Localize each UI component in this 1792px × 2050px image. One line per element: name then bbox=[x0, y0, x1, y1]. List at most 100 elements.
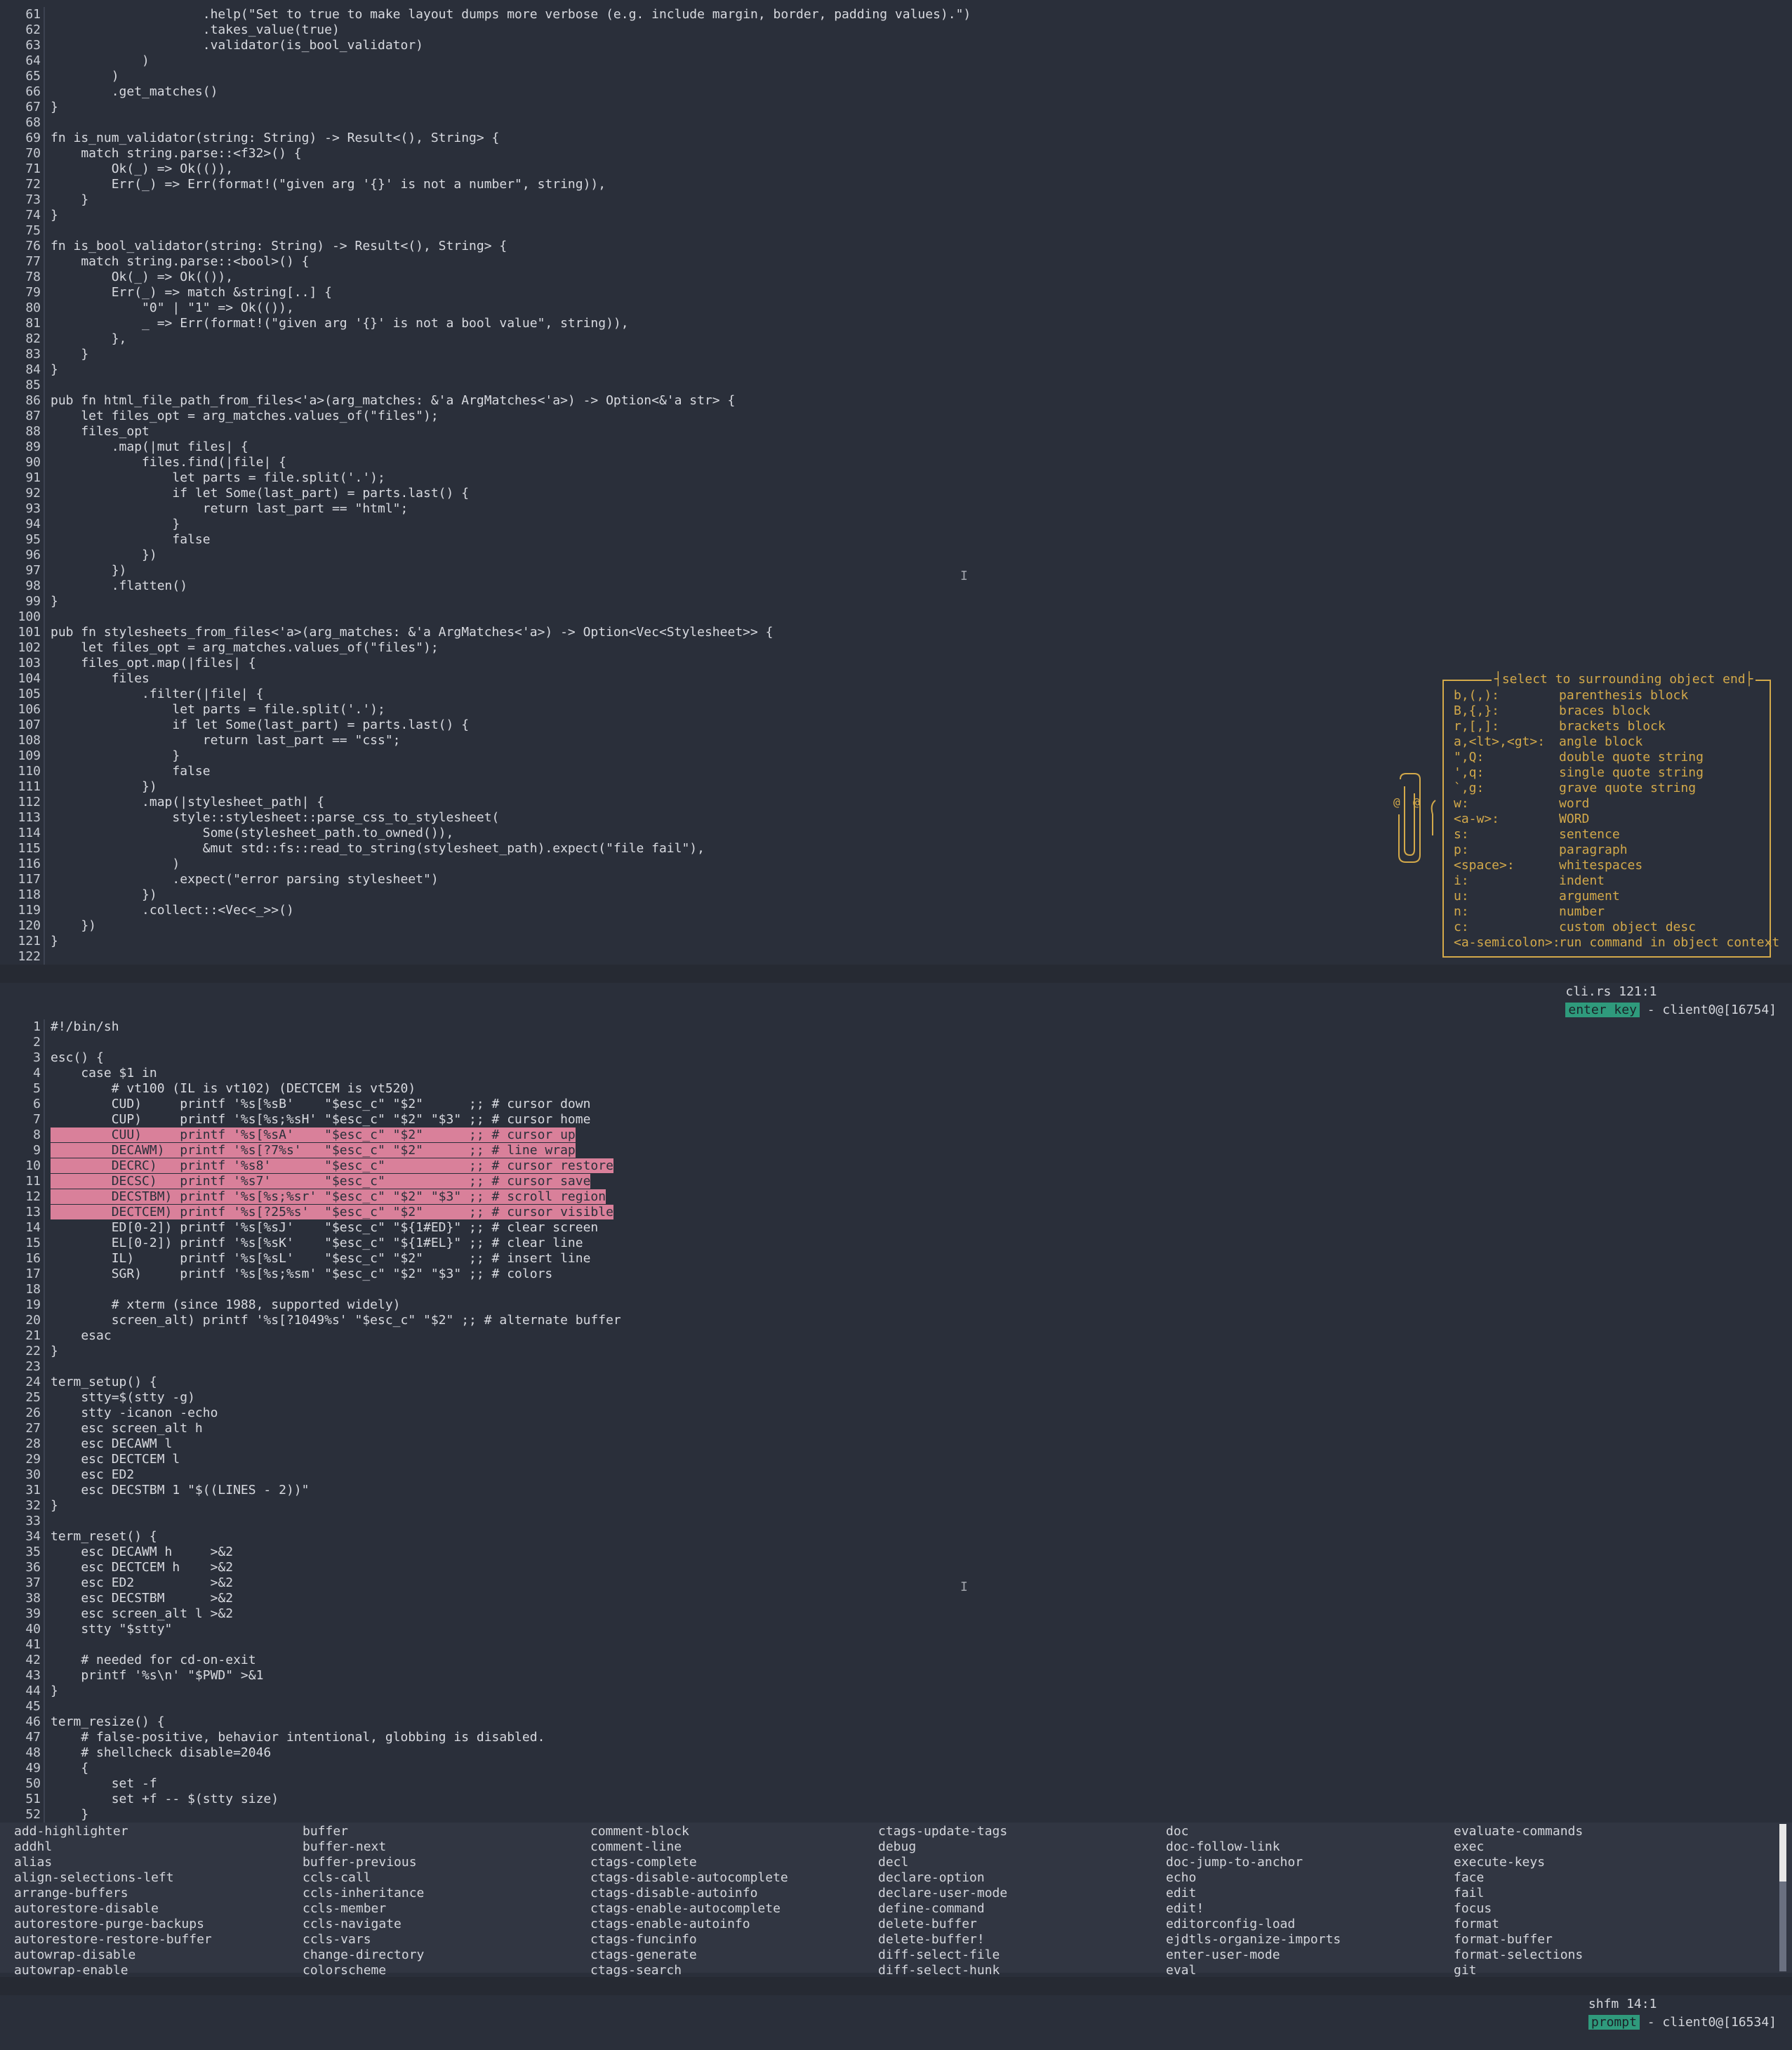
code-text[interactable]: } bbox=[51, 347, 88, 362]
code-line[interactable]: 67} bbox=[0, 100, 1792, 115]
code-line[interactable]: 36 esc DECTCEM h >&2 bbox=[0, 1560, 1792, 1575]
menu-item[interactable]: execute-keys bbox=[1454, 1855, 1583, 1870]
menu-item[interactable]: addhl bbox=[14, 1839, 212, 1855]
code-text[interactable]: stty=$(stty -g) bbox=[51, 1390, 195, 1405]
menu-item[interactable]: face bbox=[1454, 1870, 1583, 1886]
code-line[interactable]: 20 screen_alt) printf '%s[?1049%s' "$esc… bbox=[0, 1313, 1792, 1328]
code-text[interactable]: # needed for cd-on-exit bbox=[51, 1653, 255, 1667]
menu-item[interactable]: ctags-funcinfo bbox=[590, 1932, 788, 1948]
code-line[interactable]: 98 .flatten() bbox=[0, 578, 1792, 594]
menu-item[interactable]: colorscheme bbox=[303, 1963, 424, 1978]
code-line[interactable]: 63 .validator(is_bool_validator) bbox=[0, 38, 1792, 53]
code-text[interactable]: printf '%s\n' "$PWD" >&1 bbox=[51, 1668, 263, 1683]
code-line[interactable]: 22} bbox=[0, 1344, 1792, 1359]
menu-item[interactable]: define-command bbox=[878, 1901, 1007, 1917]
menu-item[interactable]: delete-buffer bbox=[878, 1917, 1007, 1932]
code-text[interactable]: esc() { bbox=[51, 1050, 104, 1065]
code-text[interactable]: .help("Set to true to make layout dumps … bbox=[51, 7, 971, 22]
code-text[interactable]: let parts = file.split('.'); bbox=[51, 470, 385, 485]
menu-item[interactable]: fail bbox=[1454, 1886, 1583, 1901]
menu-item[interactable]: autorestore-purge-backups bbox=[14, 1917, 212, 1932]
code-line[interactable]: 93 return last_part == "html"; bbox=[0, 501, 1792, 517]
code-text[interactable]: fn is_num_validator(string: String) -> R… bbox=[51, 131, 499, 145]
code-text[interactable]: false bbox=[51, 764, 210, 779]
code-line[interactable]: 75 bbox=[0, 223, 1792, 239]
code-line[interactable]: 69 fn is_num_validator(string: String) ->… bbox=[0, 131, 1792, 146]
code-text[interactable]: #!/bin/sh bbox=[51, 1019, 119, 1034]
menu-item[interactable]: doc-jump-to-anchor bbox=[1166, 1855, 1341, 1870]
code-line[interactable]: 50 set -f bbox=[0, 1776, 1792, 1792]
code-line[interactable]: 44} bbox=[0, 1684, 1792, 1699]
code-text[interactable]: esc screen_alt l >&2 bbox=[51, 1606, 233, 1621]
code-text[interactable]: _ => Err(format!("given arg '{}' is not … bbox=[51, 316, 629, 331]
code-text[interactable]: } bbox=[51, 100, 58, 114]
code-text[interactable]: .map(|mut files| { bbox=[51, 439, 248, 454]
code-line[interactable]: 83 } bbox=[0, 347, 1792, 362]
code-text[interactable]: let files_opt = arg_matches.values_of("f… bbox=[51, 640, 438, 655]
code-line[interactable]: 64 ) bbox=[0, 53, 1792, 69]
code-line[interactable]: 27 esc screen_alt h bbox=[0, 1421, 1792, 1436]
menu-item[interactable]: declare-option bbox=[878, 1870, 1007, 1886]
code-text[interactable]: # xterm (since 1988, supported widely) bbox=[51, 1297, 401, 1312]
code-text[interactable]: esc DECSTBM 1 "$((LINES - 2))" bbox=[51, 1483, 309, 1497]
menu-item[interactable]: ctags-enable-autocomplete bbox=[590, 1901, 788, 1917]
code-text[interactable]: ED[0-2]) printf '%s[%sJ' "$esc_c" "${1#E… bbox=[51, 1220, 599, 1235]
code-line[interactable]: 39 esc screen_alt l >&2 bbox=[0, 1606, 1792, 1622]
menu-item[interactable]: ccls-member bbox=[303, 1901, 424, 1917]
code-text[interactable]: } bbox=[51, 748, 180, 763]
code-line[interactable]: 35 esc DECAWM h >&2 bbox=[0, 1545, 1792, 1560]
code-line[interactable]: 25 stty=$(stty -g) bbox=[0, 1390, 1792, 1406]
code-text[interactable]: DECTCEM) printf '%s[?25%s' "$esc_c" "$2"… bbox=[51, 1205, 613, 1219]
code-line[interactable]: 85 bbox=[0, 378, 1792, 393]
code-line[interactable]: 90 files.find(|file| { bbox=[0, 455, 1792, 470]
command-completion-menu[interactable]: add-highlighter addhl alias align-selection… bbox=[0, 1823, 1792, 1978]
code-line[interactable]: 11 DECSC) printf '%s7' "$esc_c" ;; # cur… bbox=[0, 1174, 1792, 1189]
code-line[interactable]: 84} bbox=[0, 362, 1792, 378]
code-line[interactable]: 16 IL) printf '%s[%sL' "$esc_c" "$2" ;; … bbox=[0, 1251, 1792, 1267]
code-line[interactable]: 65 ) bbox=[0, 69, 1792, 84]
code-text[interactable]: term_reset() { bbox=[51, 1529, 157, 1544]
code-line[interactable]: 6 CUD) printf '%s[%sB' "$esc_c" "$2" ;; … bbox=[0, 1097, 1792, 1112]
code-text[interactable]: if let Some(last_part) = parts.last() { bbox=[51, 486, 469, 501]
code-text[interactable]: Err(_) => Err(format!("given arg '{}' is… bbox=[51, 177, 606, 192]
code-text[interactable]: match string.parse::<bool>() { bbox=[51, 254, 309, 269]
code-text[interactable]: esc DECSTBM >&2 bbox=[51, 1591, 233, 1606]
code-text[interactable]: case $1 in bbox=[51, 1066, 157, 1080]
code-text[interactable]: .validator(is_bool_validator) bbox=[51, 38, 423, 53]
code-text[interactable]: } bbox=[51, 192, 88, 207]
code-line[interactable]: 62 .takes_value(true) bbox=[0, 22, 1792, 38]
code-text[interactable]: .takes_value(true) bbox=[51, 22, 340, 37]
code-text[interactable]: fn is_bool_validator(string: String) -> … bbox=[51, 239, 507, 253]
code-text[interactable]: false bbox=[51, 532, 210, 547]
code-line[interactable]: 81 _ => Err(format!("given arg '{}' is n… bbox=[0, 316, 1792, 331]
menu-item[interactable]: change-directory bbox=[303, 1948, 424, 1963]
menu-item[interactable]: exec bbox=[1454, 1839, 1583, 1855]
code-line[interactable]: 82 }, bbox=[0, 331, 1792, 347]
code-line[interactable]: 21 esac bbox=[0, 1328, 1792, 1344]
code-text[interactable]: style::stylesheet::parse_css_to_styleshe… bbox=[51, 810, 499, 825]
code-line[interactable]: 17 SGR) printf '%s[%s;%sm' "$esc_c" "$2"… bbox=[0, 1267, 1792, 1282]
code-text[interactable]: # false-positive, behavior intentional, … bbox=[51, 1730, 545, 1745]
code-line[interactable]: 2 bbox=[0, 1035, 1792, 1050]
menu-item[interactable]: format-selections bbox=[1454, 1948, 1583, 1963]
code-text[interactable]: } bbox=[51, 594, 58, 609]
code-line[interactable]: 71 Ok(_) => Ok(()), bbox=[0, 161, 1792, 177]
code-line[interactable]: 49 { bbox=[0, 1761, 1792, 1776]
menu-scrollbar-thumb[interactable] bbox=[1779, 1824, 1786, 1882]
code-text[interactable]: } bbox=[51, 208, 58, 223]
code-line[interactable]: 7 CUP) printf '%s[%s;%sH' "$esc_c" "$2" … bbox=[0, 1112, 1792, 1128]
code-text[interactable]: files_opt bbox=[51, 424, 150, 439]
code-line[interactable]: 97 }) bbox=[0, 563, 1792, 578]
code-text[interactable]: screen_alt) printf '%s[?1049%s' "$esc_c"… bbox=[51, 1313, 621, 1328]
menu-item[interactable]: ctags-enable-autoinfo bbox=[590, 1917, 788, 1932]
code-line[interactable]: 47 # false-positive, behavior intentiona… bbox=[0, 1730, 1792, 1745]
code-text[interactable]: esc DECTCEM h >&2 bbox=[51, 1560, 233, 1575]
code-line[interactable]: 18 bbox=[0, 1282, 1792, 1297]
code-line[interactable]: 31 esc DECSTBM 1 "$((LINES - 2))" bbox=[0, 1483, 1792, 1498]
code-line[interactable]: 4 case $1 in bbox=[0, 1066, 1792, 1081]
code-text[interactable]: "0" | "1" => Ok(()), bbox=[51, 300, 294, 315]
menu-scrollbar-track[interactable] bbox=[1779, 1882, 1786, 1971]
code-text[interactable]: esc ED2 >&2 bbox=[51, 1575, 233, 1590]
code-line[interactable]: 40 stty "$stty" bbox=[0, 1622, 1792, 1637]
code-text[interactable]: IL) printf '%s[%sL' "$esc_c" "$2" ;; # i… bbox=[51, 1251, 591, 1266]
